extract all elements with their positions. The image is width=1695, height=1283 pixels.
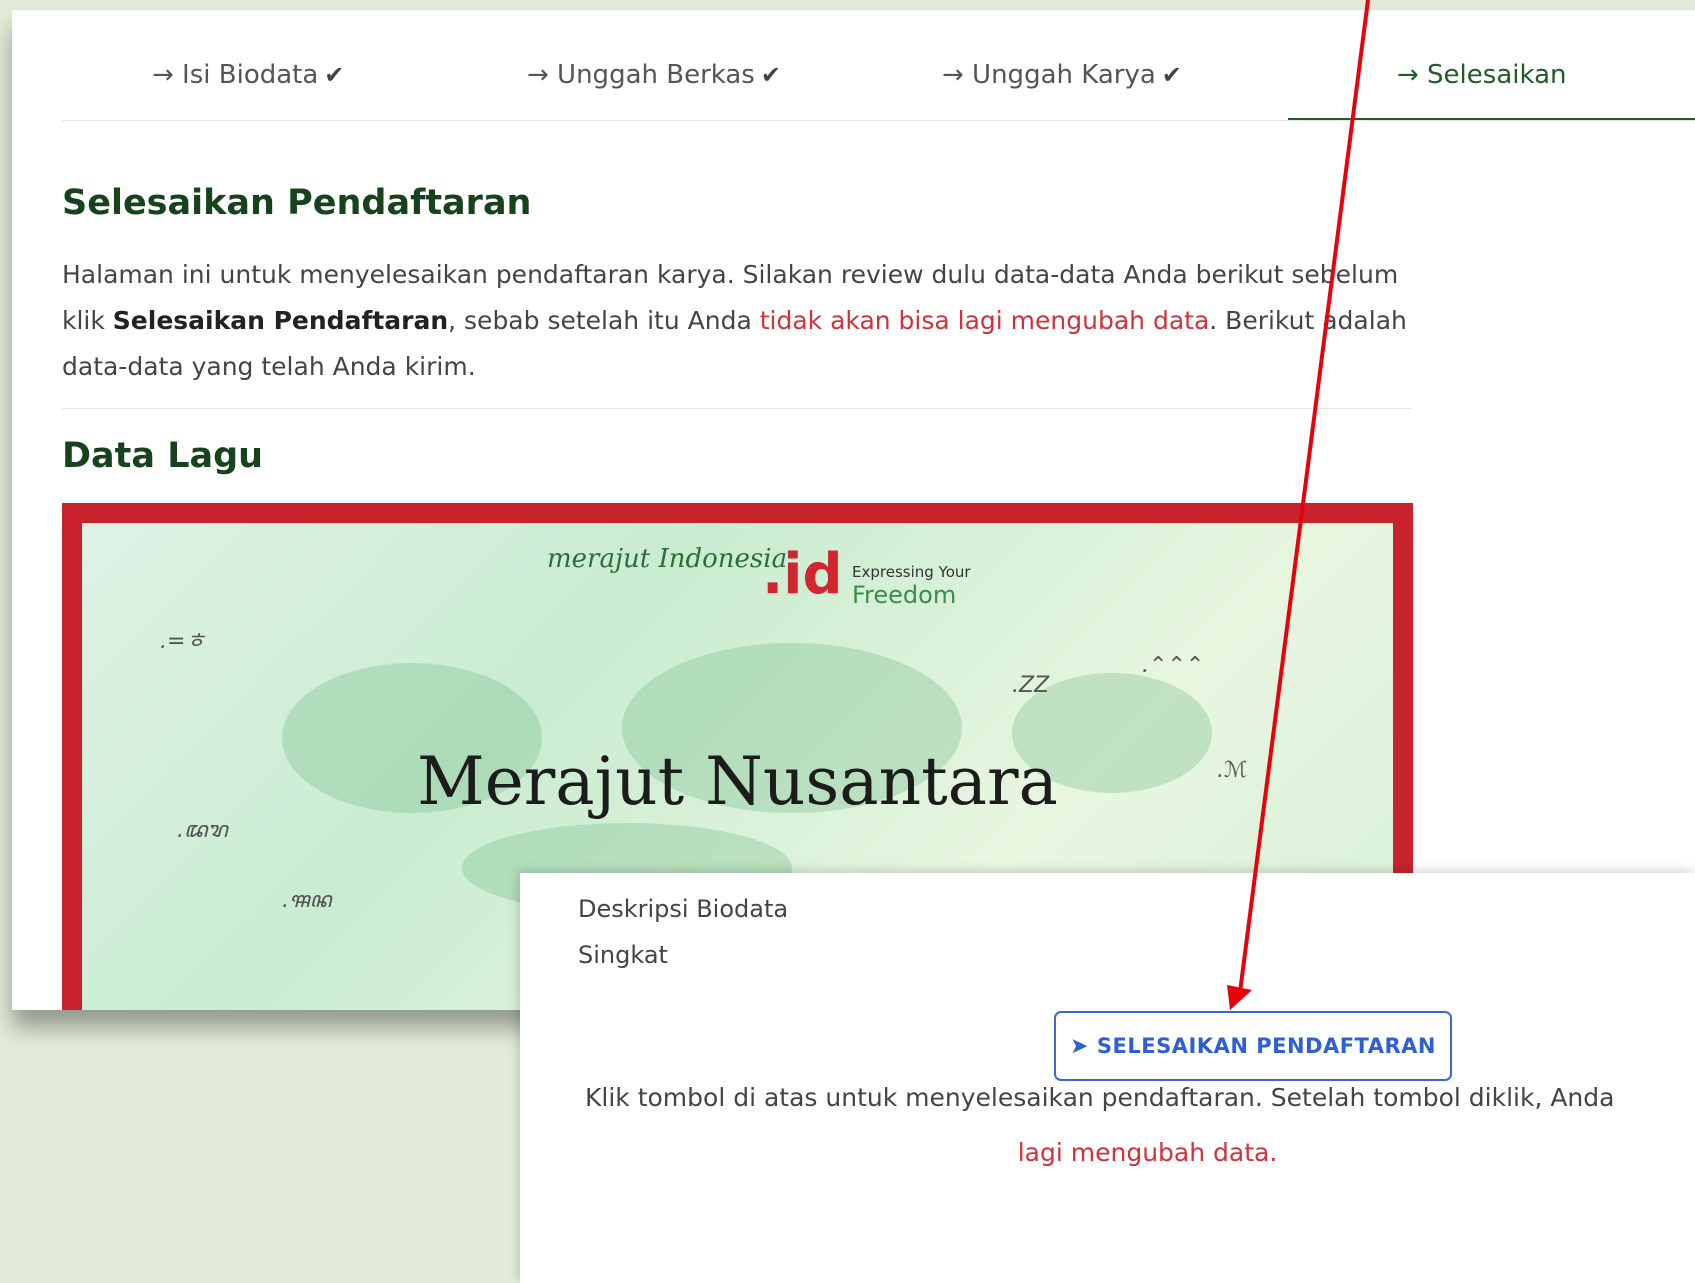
submit-warning: lagi mengubah data. — [1017, 1138, 1278, 1167]
active-tab-indicator — [1288, 118, 1695, 120]
section-divider — [62, 408, 1412, 409]
logo-tagline: Expressing Your — [852, 563, 971, 581]
submit-section: Deskripsi Biodata Singkat ➤ SELESAIKAN P… — [520, 873, 1695, 1283]
tab-isi-biodata[interactable]: → Isi Biodata ✔ — [152, 60, 344, 120]
desc-warning-text: tidak akan bisa lagi mengubah data — [759, 306, 1210, 335]
field-label-deskripsi: Deskripsi Biodata — [578, 895, 789, 923]
tab-label: → Unggah Berkas — [527, 60, 755, 90]
section-title-data-lagu: Data Lagu — [62, 436, 264, 476]
desc-text: , sebab setelah itu Anda — [448, 306, 760, 335]
finish-registration-button[interactable]: ➤ SELESAIKAN PENDAFTARAN — [1054, 1011, 1452, 1081]
decorative-glyph: .ZZ — [1012, 673, 1050, 698]
field-label-singkat: Singkat — [578, 941, 668, 969]
step-tabs: → Isi Biodata ✔ → Unggah Berkas ✔ → Unggah… — [62, 40, 1695, 121]
check-icon: ✔ — [324, 61, 345, 89]
song-title: Merajut Nusantara — [417, 743, 1058, 820]
send-icon: ➤ — [1069, 1033, 1089, 1059]
tab-selesaikan[interactable]: → Selesaikan — [1397, 60, 1566, 120]
tab-label: → Unggah Karya — [942, 60, 1156, 90]
decorative-glyph: .⌃⌃⌃ — [1142, 653, 1205, 678]
submit-note: Klik tombol di atas untuk menyelesaikan … — [585, 1083, 1615, 1112]
dot-id-logo: .id — [762, 542, 843, 607]
check-icon: ✔ — [1161, 61, 1182, 89]
check-icon: ✔ — [760, 61, 781, 89]
desc-bold-text: Selesaikan Pendaftaran — [112, 306, 449, 335]
merajut-indonesia-logo: merajut Indonesia — [547, 544, 788, 574]
page-description: Halaman ini untuk menyelesaikan pendafta… — [62, 252, 1422, 390]
tab-unggah-karya[interactable]: → Unggah Karya ✔ — [942, 60, 1182, 120]
button-label: SELESAIKAN PENDAFTARAN — [1096, 1034, 1437, 1058]
decorative-glyph: .=ㅎ — [160, 629, 206, 654]
page-title: Selesaikan Pendaftaran — [62, 183, 532, 223]
tab-unggah-berkas[interactable]: → Unggah Berkas ✔ — [527, 60, 781, 120]
logo-tagline-sub: Freedom — [852, 581, 957, 609]
tab-label: → Isi Biodata — [152, 60, 319, 90]
tab-label: → Selesaikan — [1397, 60, 1567, 90]
